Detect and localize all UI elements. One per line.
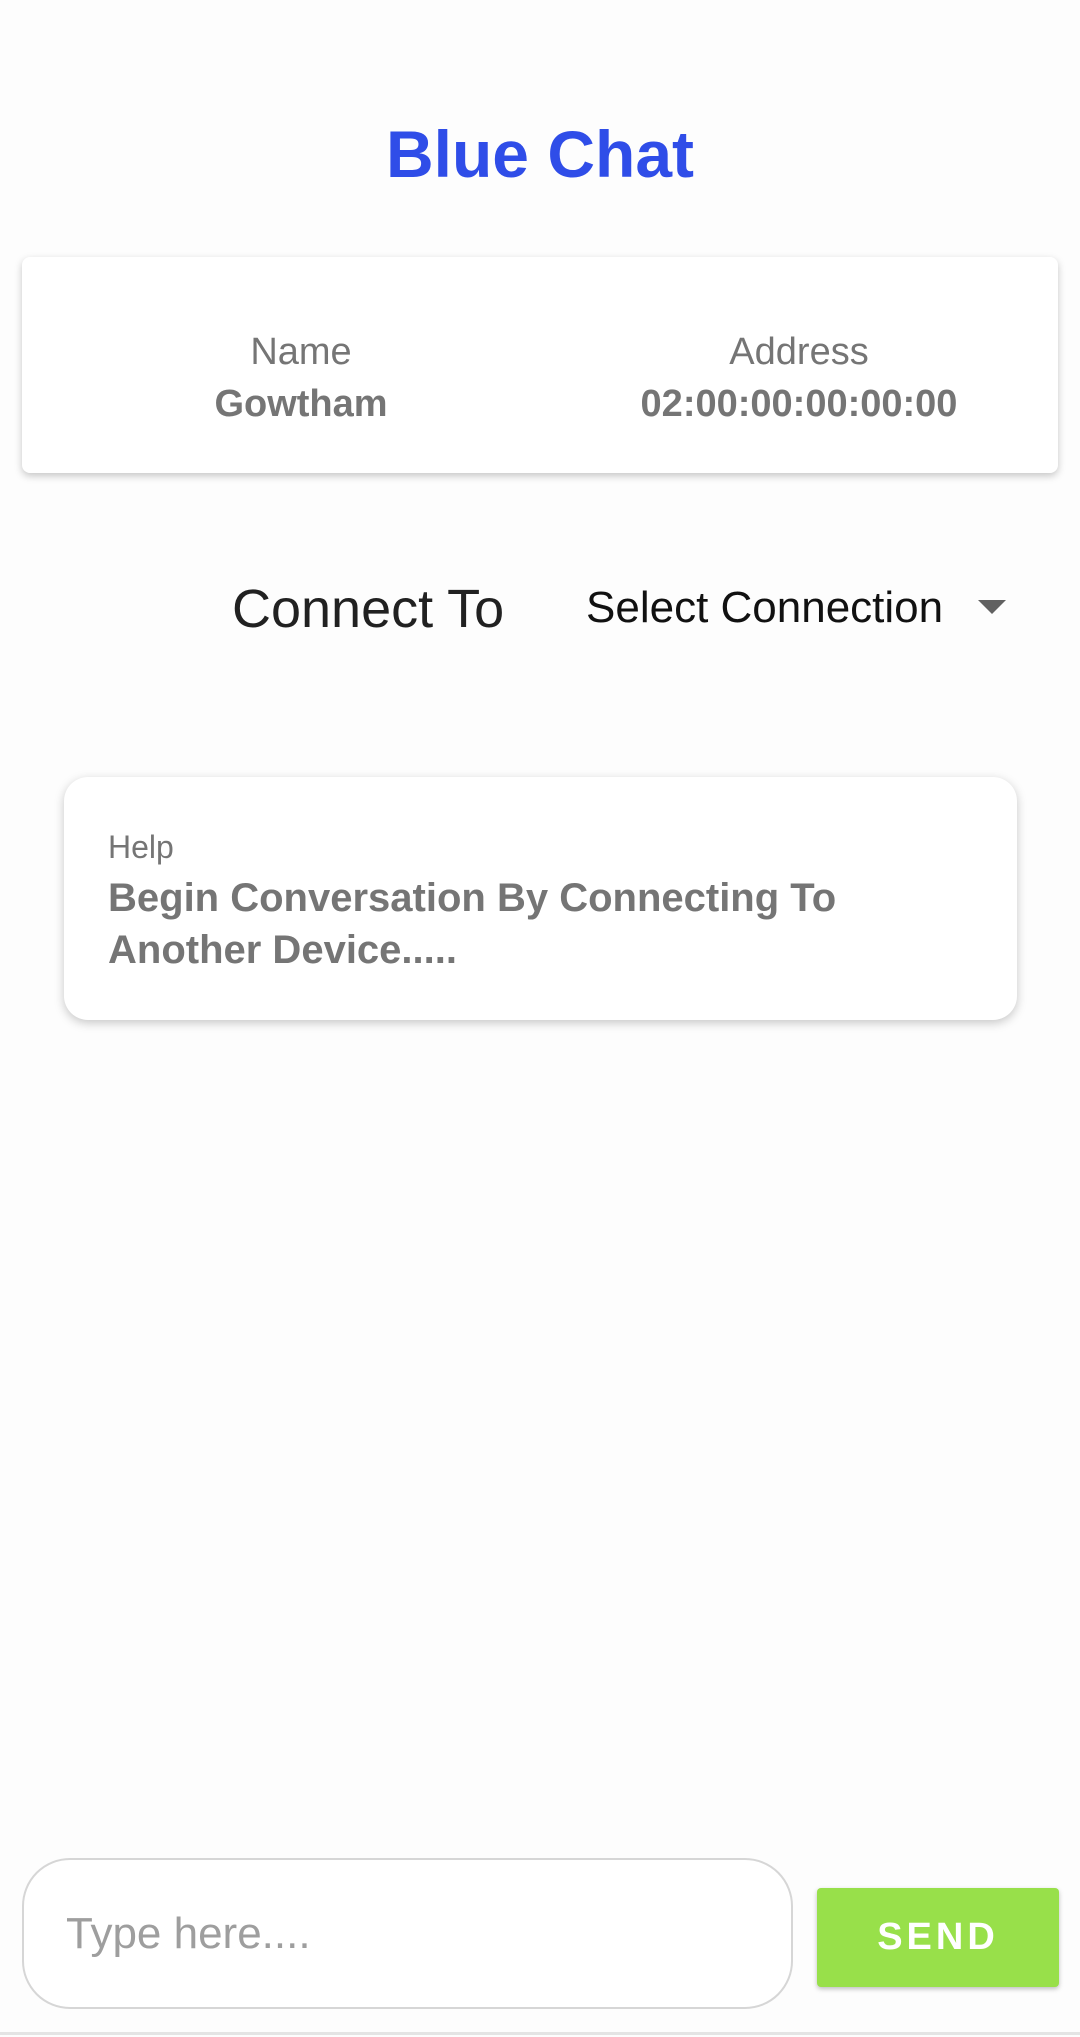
connect-to-label: Connect To <box>232 579 505 639</box>
connection-dropdown[interactable]: Select Connection <box>586 578 1016 638</box>
device-address-label: Address <box>729 331 869 373</box>
message-input[interactable] <box>22 1858 793 2009</box>
device-address-section: Address 02:00:00:00:00:00 <box>599 329 999 427</box>
device-name-value: Gowtham <box>214 383 388 425</box>
device-name-section: Name Gowtham <box>101 329 501 427</box>
dropdown-arrow-icon <box>978 600 1006 614</box>
bottom-divider <box>0 2032 1080 2035</box>
device-address-value: 02:00:00:00:00:00 <box>640 383 958 425</box>
help-message: Begin Conversation By Connecting To Anot… <box>108 876 837 972</box>
send-button[interactable]: SEND <box>817 1888 1059 1987</box>
connection-dropdown-value: Select Connection <box>586 583 944 632</box>
device-info-card: Name Gowtham Address 02:00:00:00:00:00 <box>22 257 1058 473</box>
device-name-label: Name <box>250 331 352 373</box>
help-card: Help Begin Conversation By Connecting To… <box>64 777 1017 1020</box>
app-title: Blue Chat <box>385 117 695 191</box>
help-title: Help <box>108 829 174 865</box>
